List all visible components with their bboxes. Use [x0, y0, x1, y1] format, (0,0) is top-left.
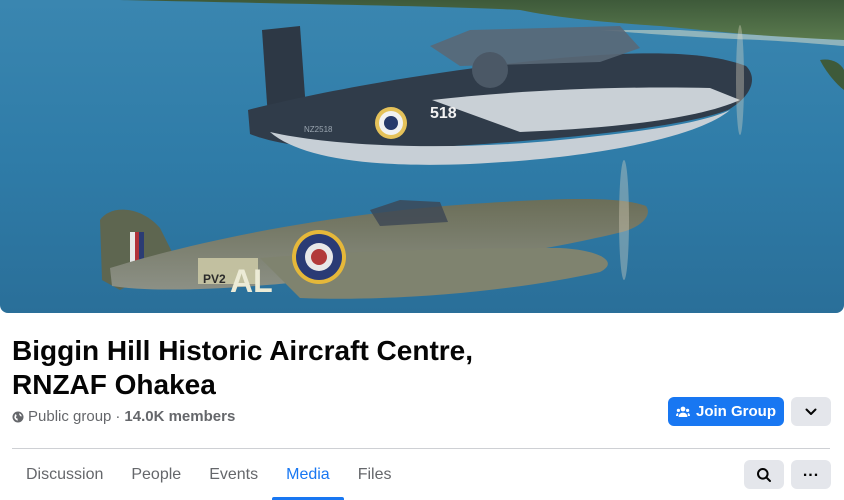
tab-events[interactable]: Events — [195, 450, 272, 500]
search-icon — [757, 467, 771, 482]
group-tabs: Discussion People Events Media Files — [12, 450, 405, 500]
tab-media[interactable]: Media — [272, 450, 344, 500]
group-title[interactable]: Biggin Hill Historic Aircraft Centre, RN… — [12, 334, 572, 402]
tab-files[interactable]: Files — [344, 450, 406, 500]
group-meta: Public group · 14.0K members — [12, 408, 235, 425]
cover-photo[interactable]: 518 NZ2518 PV2 AL — [0, 0, 844, 313]
header-divider — [12, 448, 830, 449]
tab-discussion[interactable]: Discussion — [12, 450, 117, 500]
tab-people[interactable]: People — [117, 450, 195, 500]
search-group-button[interactable] — [744, 460, 784, 489]
people-icon — [676, 406, 690, 417]
cover-image: 518 NZ2518 PV2 AL — [0, 0, 844, 313]
chevron-down-icon — [805, 408, 817, 415]
svg-text:AL: AL — [230, 263, 273, 299]
join-group-button[interactable]: Join Group — [668, 397, 784, 426]
member-count[interactable]: 14.0K members — [124, 408, 235, 425]
svg-text:NZ2518: NZ2518 — [304, 125, 333, 134]
svg-text:518: 518 — [430, 105, 457, 122]
more-options-button[interactable]: ... — [791, 460, 831, 489]
svg-text:PV2: PV2 — [203, 272, 226, 286]
join-group-label: Join Group — [696, 403, 776, 420]
meta-separator: · — [115, 408, 121, 425]
group-options-button[interactable] — [791, 397, 831, 426]
ellipsis-icon: ... — [802, 462, 820, 480]
privacy-label[interactable]: Public group — [28, 408, 111, 425]
globe-icon — [12, 411, 24, 422]
